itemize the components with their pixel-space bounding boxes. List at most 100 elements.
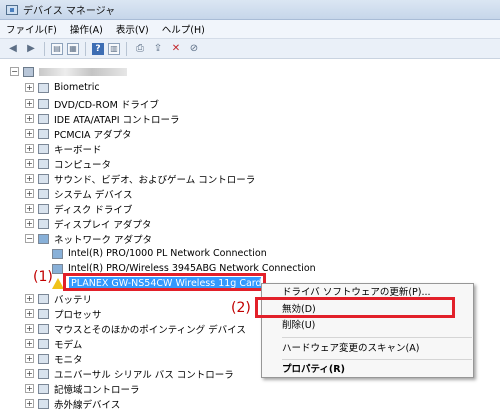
menu-file[interactable]: ファイル(F): [6, 22, 57, 36]
category-label: サウンド、ビデオ、およびゲーム コントローラ: [54, 174, 256, 186]
tree-category[interactable]: + プロセッサ: [25, 306, 102, 321]
tree-category[interactable]: + システム デバイス: [25, 186, 132, 201]
selected-device-highlight: [63, 273, 266, 291]
category-label: Biometric: [54, 82, 100, 93]
disable-highlight: [255, 297, 455, 318]
disable-icon[interactable]: ⊘: [187, 42, 201, 56]
expand-icon[interactable]: +: [25, 324, 34, 333]
expand-icon[interactable]: +: [25, 204, 34, 213]
tree-category[interactable]: + モニタ: [25, 351, 83, 366]
network-adapter-icon: [52, 263, 63, 274]
expand-icon[interactable]: +: [25, 189, 34, 198]
dvd-drive-icon: [38, 98, 49, 109]
console-tree-icon[interactable]: ▤: [51, 42, 63, 55]
menu-view[interactable]: 表示(V): [116, 22, 149, 36]
category-label: 赤外線デバイス: [54, 399, 121, 411]
category-label: システム デバイス: [54, 189, 133, 201]
scan-hardware-icon[interactable]: ⎙: [133, 42, 147, 56]
network-adapter-icon: [52, 248, 63, 259]
expand-icon[interactable]: +: [25, 399, 34, 408]
callout-1: (1): [33, 269, 53, 285]
tree-category[interactable]: + バッテリ: [25, 291, 92, 306]
expand-icon[interactable]: +: [25, 99, 34, 108]
forward-arrow-icon[interactable]: ▶: [24, 42, 38, 56]
tree-category[interactable]: + ディスク ドライブ: [25, 201, 132, 216]
blurred-computer-name: [39, 67, 127, 76]
network-adapter-icon: [38, 233, 49, 244]
expand-icon[interactable]: +: [25, 369, 34, 378]
context-separator: [282, 337, 472, 338]
ide-controller-icon: [38, 113, 49, 124]
context-scan-hardware[interactable]: ハードウェア変更のスキャン(A): [282, 342, 419, 356]
uninstall-icon[interactable]: ✕: [169, 42, 183, 56]
keyboard-icon: [38, 143, 49, 154]
tree-category[interactable]: + 記憶域コントローラ: [25, 381, 140, 396]
expand-icon[interactable]: +: [25, 129, 34, 138]
tree-category[interactable]: + DVD/CD-ROM ドライブ: [25, 96, 159, 111]
expand-icon[interactable]: +: [25, 83, 34, 92]
expand-icon[interactable]: +: [25, 159, 34, 168]
context-uninstall[interactable]: 削除(U): [282, 319, 315, 333]
window-title: デバイス マネージャ: [23, 6, 116, 17]
tree-root[interactable]: −: [10, 64, 127, 79]
tree-category[interactable]: + マウスとそのほかのポインティング デバイス: [25, 321, 246, 336]
mouse-icon: [38, 323, 49, 334]
tree-category[interactable]: + ユニバーサル シリアル バス コントローラ: [25, 366, 234, 381]
expand-icon[interactable]: +: [25, 384, 34, 393]
category-label: マウスとそのほかのポインティング デバイス: [54, 324, 246, 336]
expand-icon[interactable]: +: [25, 114, 34, 123]
expand-icon[interactable]: +: [25, 219, 34, 228]
menu-bar: ファイル(F) 操作(A) 表示(V) ヘルプ(H): [0, 20, 500, 39]
category-label: IDE ATA/ATAPI コントローラ: [54, 114, 180, 126]
category-label: モデム: [54, 339, 83, 351]
action-pane-icon[interactable]: ▥: [108, 42, 120, 55]
category-label: PCMCIA アダプタ: [54, 129, 132, 141]
monitor-icon: [38, 353, 49, 364]
category-label: モニタ: [54, 354, 83, 366]
help-icon[interactable]: ?: [92, 42, 104, 55]
category-label: バッテリ: [54, 294, 93, 306]
expand-icon[interactable]: +: [25, 174, 34, 183]
processor-icon: [38, 308, 49, 319]
tree-category[interactable]: + コンピュータ: [25, 156, 111, 171]
device-label: Intel(R) PRO/1000 PL Network Connection: [68, 248, 267, 259]
device-manager-icon: [6, 4, 18, 15]
tree-category[interactable]: + モデム: [25, 336, 82, 351]
biometric-icon: [38, 82, 49, 93]
tree-category[interactable]: − ネットワーク アダプタ: [25, 231, 152, 246]
storage-controller-icon: [38, 383, 49, 394]
tree-device[interactable]: Intel(R) PRO/1000 PL Network Connection: [52, 246, 267, 261]
tree-category[interactable]: + ディスプレイ アダプタ: [25, 216, 151, 231]
tree-category[interactable]: + Biometric: [25, 80, 100, 95]
menu-action[interactable]: 操作(A): [70, 22, 103, 36]
back-arrow-icon[interactable]: ◀: [6, 42, 20, 56]
usb-controller-icon: [38, 368, 49, 379]
sound-icon: [38, 173, 49, 184]
tree-category[interactable]: + IDE ATA/ATAPI コントローラ: [25, 111, 180, 126]
callout-2: (2): [231, 300, 251, 316]
pcmcia-icon: [38, 128, 49, 139]
title-bar: デバイス マネージャ: [0, 0, 500, 20]
category-label: ユニバーサル シリアル バス コントローラ: [54, 369, 234, 381]
expand-icon[interactable]: +: [25, 294, 34, 303]
expand-icon[interactable]: +: [25, 354, 34, 363]
tree-category[interactable]: + PCMCIA アダプタ: [25, 126, 132, 141]
tree-category[interactable]: + キーボード: [25, 141, 102, 156]
modem-icon: [38, 338, 49, 349]
disk-drive-icon: [38, 203, 49, 214]
expand-icon[interactable]: +: [25, 309, 34, 318]
category-label: キーボード: [54, 144, 102, 156]
update-driver-icon[interactable]: ⇪: [151, 42, 165, 56]
battery-icon: [38, 293, 49, 304]
category-label: ネットワーク アダプタ: [54, 234, 153, 246]
toolbar-separator: [44, 41, 45, 56]
context-separator: [282, 359, 472, 360]
menu-help[interactable]: ヘルプ(H): [162, 22, 205, 36]
properties-icon[interactable]: ▦: [67, 42, 79, 55]
collapse-icon[interactable]: −: [10, 67, 19, 76]
expand-icon[interactable]: +: [25, 144, 34, 153]
collapse-icon[interactable]: −: [25, 234, 34, 243]
tree-category[interactable]: + サウンド、ビデオ、およびゲーム コントローラ: [25, 171, 255, 186]
context-properties[interactable]: プロパティ(R): [282, 363, 345, 377]
expand-icon[interactable]: +: [25, 339, 34, 348]
